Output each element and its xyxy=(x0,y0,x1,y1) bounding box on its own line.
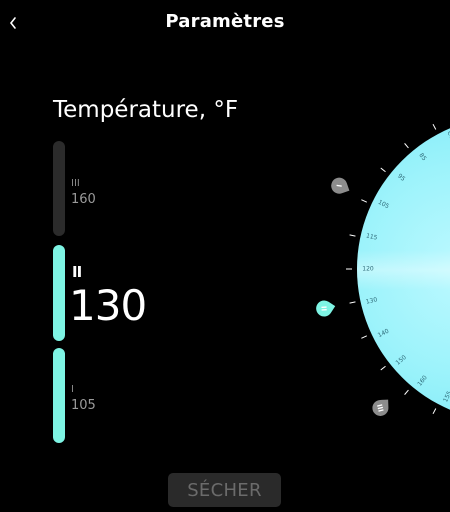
dial-level-marker[interactable]: II xyxy=(313,297,336,319)
dial-tick xyxy=(361,335,368,339)
dial-marker-label: II xyxy=(320,306,328,312)
temperature-dial[interactable]: 1551601501401301201151059585COOL IIIIII xyxy=(0,0,450,512)
dial-level-marker[interactable]: III xyxy=(372,399,389,417)
dial-level-marker[interactable]: I xyxy=(329,176,350,196)
dial-tick xyxy=(380,167,386,173)
dial-tick xyxy=(349,234,356,237)
dial-tick xyxy=(361,199,368,203)
dial-tick xyxy=(349,301,356,304)
dry-button[interactable]: SÉCHER xyxy=(168,473,281,507)
dial-tick xyxy=(432,123,437,130)
dial-tick xyxy=(432,408,437,415)
dial-tick xyxy=(380,365,386,371)
dial-tick xyxy=(404,143,409,149)
dial-scale-label: 120 xyxy=(362,266,374,273)
dial-tick xyxy=(404,389,409,395)
